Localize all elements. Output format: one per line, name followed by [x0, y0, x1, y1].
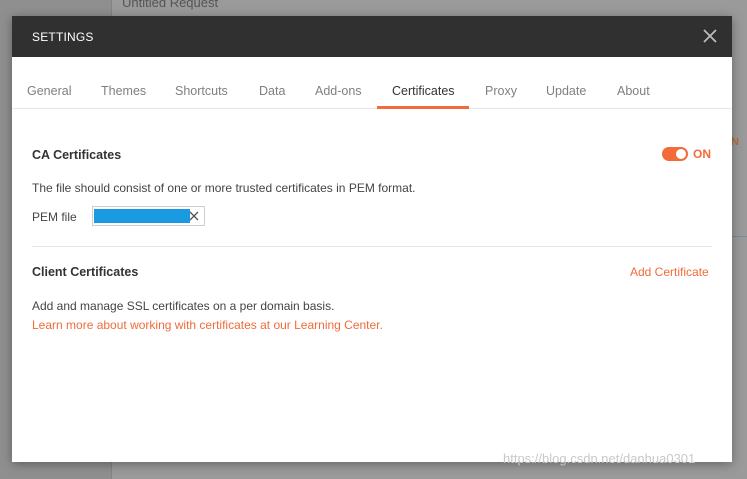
pem-file-value: [94, 209, 190, 223]
active-tab-indicator: [377, 106, 469, 109]
toggle-state-label: ON: [693, 147, 711, 161]
background-divider: [731, 236, 747, 237]
tab-shortcuts[interactable]: Shortcuts: [175, 84, 228, 98]
pem-clear-button[interactable]: [188, 210, 200, 222]
settings-tabs: General Themes Shortcuts Data Add-ons Ce…: [12, 57, 732, 109]
ca-certificates-title: CA Certificates: [32, 148, 122, 162]
pem-file-input[interactable]: [92, 206, 205, 226]
tab-certificates[interactable]: Certificates: [392, 84, 455, 98]
tab-about[interactable]: About: [617, 84, 650, 98]
add-certificate-link[interactable]: Add Certificate: [630, 265, 709, 279]
modal-title: SETTINGS: [32, 30, 94, 44]
background-request-title: Untitled Request: [122, 0, 219, 10]
close-icon: [703, 29, 717, 43]
tab-proxy[interactable]: Proxy: [485, 84, 517, 98]
ca-certificates-description: The file should consist of one or more t…: [32, 181, 416, 195]
tab-add-ons[interactable]: Add-ons: [315, 84, 362, 98]
learning-center-link[interactable]: Learn more about working with certificat…: [32, 318, 383, 332]
pem-file-label: PEM file: [32, 210, 77, 224]
client-certificates-title: Client Certificates: [32, 265, 139, 279]
client-certificates-description: Add and manage SSL certificates on a per…: [32, 299, 335, 313]
tab-update[interactable]: Update: [546, 84, 586, 98]
close-button[interactable]: [700, 26, 720, 46]
tab-general[interactable]: General: [27, 84, 71, 98]
toggle-knob: [676, 149, 686, 159]
watermark: https://blog.csdn.net/danhua0301: [503, 451, 696, 466]
section-divider: [32, 246, 712, 247]
tab-data[interactable]: Data: [259, 84, 285, 98]
ca-certificates-toggle[interactable]: [662, 147, 688, 161]
settings-modal: SETTINGS General Themes Shortcuts Data A…: [12, 16, 732, 462]
clear-icon: [189, 211, 199, 221]
background-right-strip: N: [731, 136, 739, 148]
tab-themes[interactable]: Themes: [101, 84, 146, 98]
modal-header: SETTINGS: [12, 16, 732, 57]
